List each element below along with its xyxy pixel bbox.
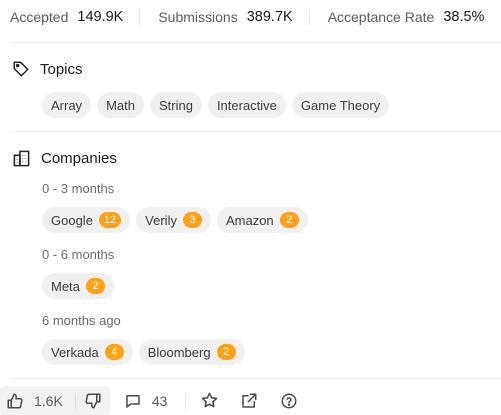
acceptance-rate-label: Acceptance Rate — [327, 9, 435, 25]
count-badge: 12 — [98, 212, 122, 228]
share-button[interactable] — [240, 392, 258, 410]
count-badge: 2 — [216, 344, 236, 360]
company-tag[interactable]: Bloomberg 2 — [138, 339, 245, 365]
comment-count: 43 — [151, 392, 168, 409]
company-tag[interactable]: Verkada 4 — [42, 339, 133, 365]
thumbs-down-icon — [85, 393, 101, 408]
divider — [139, 9, 141, 25]
share-icon — [242, 393, 257, 408]
company-name: Verkada — [51, 344, 99, 360]
topic-tag[interactable]: Math — [97, 92, 144, 118]
company-tag[interactable]: Verily 3 — [136, 207, 211, 233]
companies-title: Companies — [41, 149, 117, 167]
period-label: 0 - 3 months — [42, 181, 115, 196]
divider — [10, 378, 501, 379]
topic-tag[interactable]: Game Theory — [291, 92, 390, 118]
company-tag[interactable]: Meta 2 — [42, 273, 114, 299]
company-tags: Verkada 4 Bloomberg 2 — [42, 339, 245, 365]
thumbs-up-icon — [7, 393, 23, 408]
favorite-button[interactable] — [200, 391, 219, 410]
vote-group: 1.6K — [0, 386, 110, 415]
accepted-stat: Accepted 149.9K — [10, 9, 123, 25]
topic-tags: Array Math String Interactive Game Theor… — [42, 92, 390, 118]
acceptance-rate-stat: Acceptance Rate 38.5% — [328, 9, 485, 25]
help-icon — [281, 393, 297, 408]
help-button[interactable] — [280, 392, 298, 410]
company-tag[interactable]: Google 12 — [42, 207, 131, 233]
divider — [10, 42, 501, 43]
count-badge: 3 — [182, 212, 202, 228]
downvote-button[interactable] — [76, 392, 110, 410]
company-name: Amazon — [225, 212, 274, 228]
divider — [185, 392, 187, 409]
topics-header[interactable]: Topics — [12, 58, 83, 80]
accepted-label: Accepted — [10, 9, 69, 25]
tag-icon — [13, 61, 29, 77]
star-icon — [202, 392, 218, 408]
upvote-button[interactable]: 1.6K — [0, 392, 69, 410]
company-name: Bloomberg — [147, 344, 211, 360]
company-name: Meta — [51, 278, 80, 294]
topics-title: Topics — [40, 60, 83, 78]
count-badge: 2 — [279, 212, 299, 228]
divider — [308, 9, 310, 25]
companies-icon — [13, 150, 30, 166]
company-tag[interactable]: Amazon 2 — [216, 207, 308, 233]
topic-tag[interactable]: Interactive — [207, 92, 286, 118]
period-label: 0 - 6 months — [42, 247, 115, 262]
topic-tag[interactable]: Array — [42, 92, 92, 118]
divider — [10, 131, 501, 132]
question-toolbar: 1.6K 43 — [0, 386, 298, 415]
company-name: Google — [51, 212, 93, 228]
topic-tag[interactable]: String — [149, 92, 202, 118]
count-badge: 2 — [85, 278, 105, 294]
submissions-label: Submissions — [158, 9, 238, 25]
period-label: 6 months ago — [42, 313, 121, 328]
acceptance-rate-value: 38.5% — [443, 9, 485, 25]
companies-header[interactable]: Companies — [12, 147, 117, 169]
like-count: 1.6K — [34, 392, 63, 409]
comments-button[interactable]: 43 — [124, 392, 168, 410]
submissions-value: 389.7K — [246, 9, 293, 25]
company-tags: Google 12 Verily 3 Amazon 2 — [42, 207, 308, 233]
accepted-value: 149.9K — [77, 9, 124, 25]
company-tags: Meta 2 — [42, 273, 114, 299]
stats-bar: Accepted 149.9K Submissions 389.7K Accep… — [0, 0, 501, 34]
submissions-stat: Submissions 389.7K — [158, 9, 292, 25]
company-name: Verily — [145, 212, 177, 228]
comment-icon — [126, 394, 140, 408]
count-badge: 4 — [104, 344, 124, 360]
